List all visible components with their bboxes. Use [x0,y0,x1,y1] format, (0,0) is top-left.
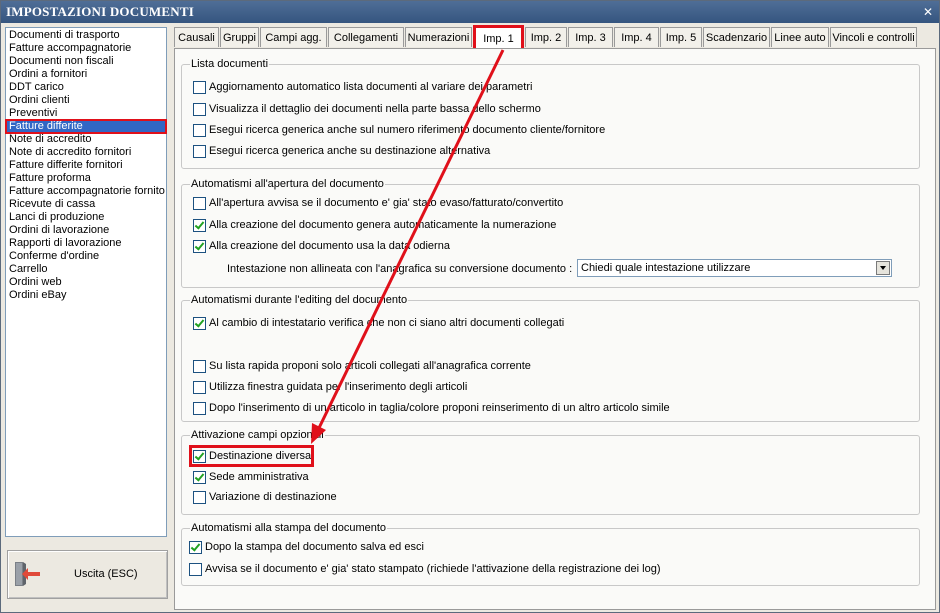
checkbox-label: Alla creazione del documento usa la data… [209,240,450,252]
list-item[interactable]: Fatture accompagnatorie [6,42,166,55]
checkbox-label: Avvisa se il documento e' gia' stato sta… [205,563,661,575]
checkbox-box [193,360,206,373]
list-item[interactable]: Note di accredito [6,133,166,146]
title-bar: IMPOSTAZIONI DOCUMENTI ✕ [1,1,939,23]
checkbox-box [193,317,206,330]
checkbox-box [193,491,206,504]
header-mismatch-select[interactable]: Chiedi quale intestazione utilizzare [577,259,892,277]
tab-imp-4[interactable]: Imp. 4 [614,27,659,47]
checkbox-box [193,81,206,94]
tab-imp-5[interactable]: Imp. 5 [660,27,702,47]
group-title: Attivazione campi opzionali [190,429,325,442]
highlight-box [189,445,314,467]
list-item[interactable]: Ordini web [6,276,166,289]
list-item[interactable]: Fatture differite [5,119,167,134]
checkbox-box [193,381,206,394]
tab-panel-imp1: Lista documenti Aggiornamento automatico… [174,48,936,610]
list-item[interactable]: Carrello [6,263,166,276]
group-apertura: Automatismi all'apertura del documento A… [181,178,920,288]
checkbox-label: Al cambio di intestatario verifica che n… [209,317,565,329]
group-title: Automatismi alla stampa del documento [190,522,388,535]
checkbox-box [193,103,206,116]
list-item[interactable]: Ordini clienti [6,94,166,107]
group-title: Lista documenti [190,58,270,71]
tab-gruppi[interactable]: Gruppi [220,27,259,47]
group-title: Automatismi all'apertura del documento [190,178,385,191]
list-item[interactable]: Ordini di lavorazione [6,224,166,237]
checkbox-label: Utilizza finestra guidata per l'inserime… [209,381,468,393]
checkbox-box [193,145,206,158]
list-item[interactable]: DDT carico [6,81,166,94]
group-editing: Automatismi durante l'editing del docume… [181,294,920,422]
tab-collegamenti[interactable]: Collegamenti [328,27,404,47]
header-mismatch-label: Intestazione non allineata con l'anagraf… [227,263,573,275]
checkbox-box [193,402,206,415]
checkbox-box [193,197,206,210]
checkbox-box [193,471,206,484]
list-item[interactable]: Documenti di trasporto [6,29,166,42]
checkbox-box [189,563,202,576]
exit-button-label: Uscita (ESC) [74,568,138,580]
list-item[interactable]: Fatture differite fornitori [6,159,166,172]
list-item[interactable]: Ordini a fornitori [6,68,166,81]
checkbox-label: Sede amministrativa [209,471,309,483]
checkbox-label: Alla creazione del documento genera auto… [209,219,557,231]
exit-door-icon [15,562,40,586]
tab-imp-3[interactable]: Imp. 3 [568,27,613,47]
window-title: IMPOSTAZIONI DOCUMENTI [6,4,194,19]
header-mismatch-value: Chiedi quale intestazione utilizzare [581,262,751,274]
checkbox-label: Dopo l'inserimento di un articolo in tag… [209,402,670,414]
checkbox-label: Aggiornamento automatico lista documenti… [209,81,533,93]
checkbox-label: Esegui ricerca generica anche sul numero… [209,124,606,136]
group-lista-documenti: Lista documenti Aggiornamento automatico… [181,58,920,169]
checkbox-label: Dopo la stampa del documento salva ed es… [205,541,424,553]
document-type-list[interactable]: Documenti di trasporto Fatture accompagna… [5,27,167,537]
exit-button[interactable]: Uscita (ESC) [7,550,168,599]
list-item[interactable]: Documenti non fiscali [6,55,166,68]
list-item[interactable]: Rapporti di lavorazione [6,237,166,250]
list-item[interactable]: Note di accredito fornitori [6,146,166,159]
checkbox-label: Su lista rapida proponi solo articoli co… [209,360,531,372]
checkbox-label: All'apertura avvisa se il documento e' g… [209,197,564,209]
checkbox-box [193,124,206,137]
group-title: Automatismi durante l'editing del docume… [190,294,409,307]
group-stampa: Automatismi alla stampa del documento Do… [181,522,920,586]
tab-campi-agg[interactable]: Campi agg. [260,27,327,47]
list-item[interactable]: Preventivi [6,107,166,120]
checkbox-box [193,240,206,253]
tab-scadenzario[interactable]: Scadenzario [703,27,770,47]
checkbox-box [193,219,206,232]
tab-linee-auto[interactable]: Linee auto [771,27,829,47]
group-campi-opzionali: Attivazione campi opzionali Destinazione… [181,429,920,515]
checkbox-box [189,541,202,554]
list-item[interactable]: Lanci di produzione [6,211,166,224]
tab-causali[interactable]: Causali [174,27,219,47]
checkbox-label: Esegui ricerca generica anche su destina… [209,145,491,157]
checkbox-label: Variazione di destinazione [209,491,337,503]
chevron-down-icon[interactable] [876,261,890,275]
checkbox-label: Visualizza il dettaglio dei documenti ne… [209,103,541,115]
tab-numerazioni[interactable]: Numerazioni [405,27,472,47]
list-item[interactable]: Fatture proforma [6,172,166,185]
tab-imp-2[interactable]: Imp. 2 [525,27,567,47]
tab-vincoli-e-controlli[interactable]: Vincoli e controlli [830,27,917,47]
tab-imp-1[interactable]: Imp. 1 [473,25,524,48]
list-item[interactable]: Fatture accompagnatorie fornito [6,185,166,198]
list-item[interactable]: Ricevute di cassa [6,198,166,211]
close-icon[interactable]: ✕ [923,1,933,23]
list-item[interactable]: Ordini eBay [6,289,166,302]
list-item[interactable]: Conferme d'ordine [6,250,166,263]
